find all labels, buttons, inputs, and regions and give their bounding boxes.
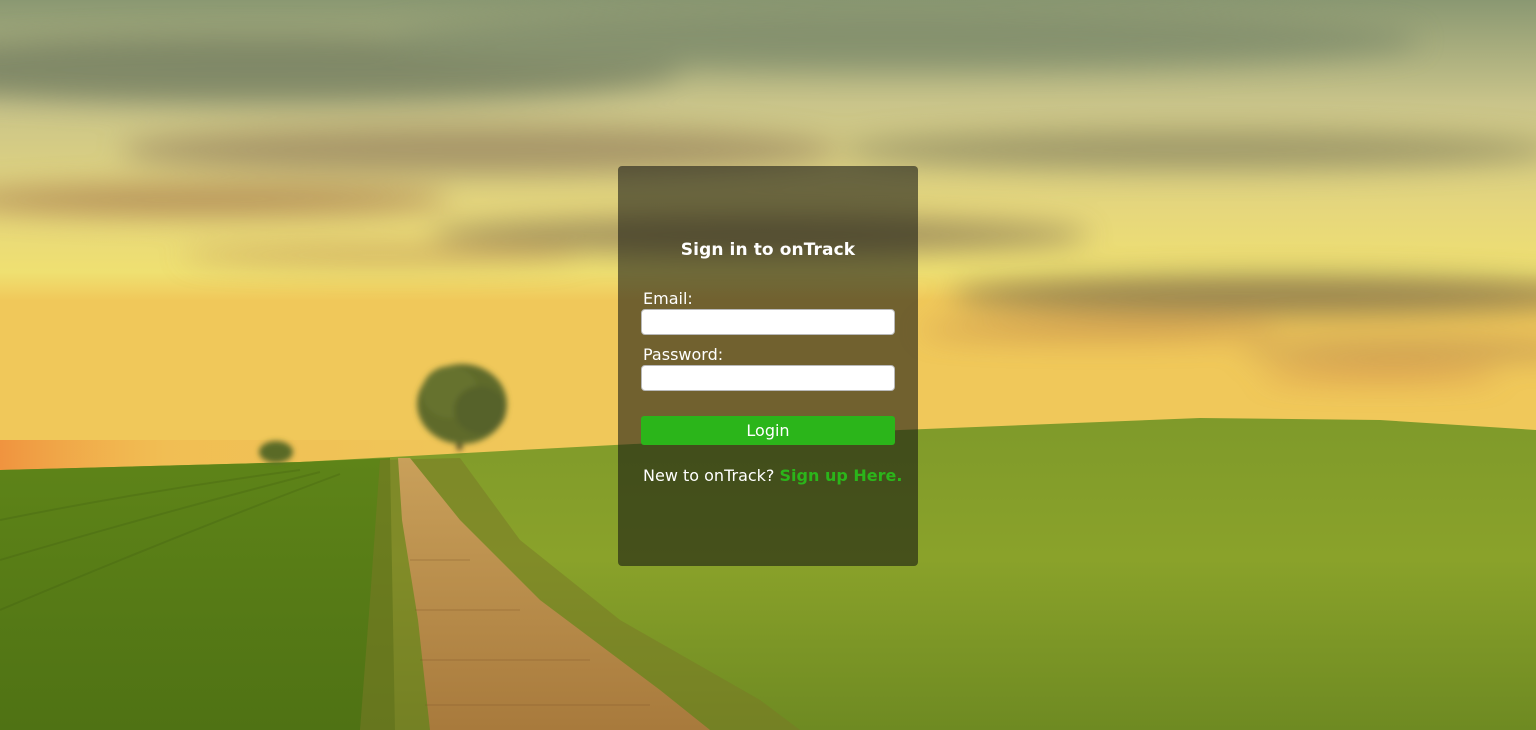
- password-label: Password:: [643, 345, 724, 364]
- login-panel: Sign in to onTrack Email: Password: Logi…: [618, 166, 918, 566]
- login-title: Sign in to onTrack: [680, 240, 856, 260]
- email-field[interactable]: [641, 309, 895, 335]
- signup-line: New to onTrack? Sign up Here.: [643, 466, 902, 486]
- signup-link[interactable]: Sign up Here.: [780, 466, 903, 485]
- signup-prompt: New to onTrack?: [643, 466, 775, 485]
- email-label: Email:: [643, 289, 693, 308]
- password-field[interactable]: [641, 365, 895, 391]
- login-button[interactable]: Login: [641, 416, 895, 445]
